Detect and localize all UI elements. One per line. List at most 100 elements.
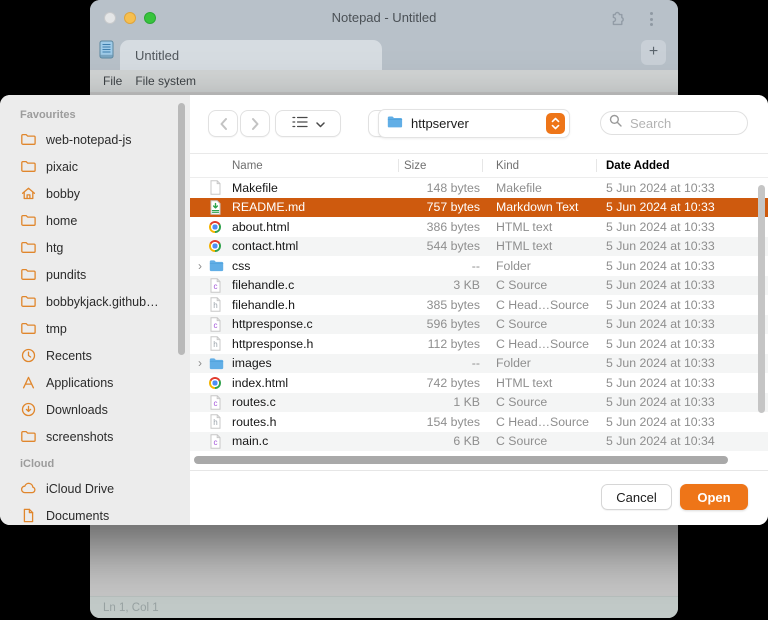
sidebar-item-label: screenshots (46, 430, 113, 444)
tab-strip: Untitled + (90, 36, 678, 70)
file-row-main-c[interactable]: cmain.c6 KBC Source5 Jun 2024 at 10:34 (190, 432, 768, 452)
file-row-css[interactable]: ›css--Folder5 Jun 2024 at 10:33 (190, 256, 768, 276)
folder-icon (20, 212, 37, 229)
sidebar-scrollbar[interactable] (178, 103, 185, 355)
sidebar-item-screenshots[interactable]: screenshots (0, 423, 190, 450)
disclosure-chevron-icon[interactable]: › (194, 260, 206, 272)
file-row-contact-html[interactable]: contact.html544 bytesHTML text5 Jun 2024… (190, 237, 768, 257)
sidebar-item-applications[interactable]: Applications (0, 369, 190, 396)
menubar: File File system (90, 70, 678, 92)
file-size: 757 bytes (398, 200, 482, 214)
horizontal-scrollbar[interactable] (194, 456, 728, 464)
vertical-scrollbar[interactable] (758, 185, 765, 413)
column-divider (596, 159, 597, 172)
menu-file[interactable]: File (103, 74, 122, 88)
kebab-menu-icon[interactable] (643, 10, 660, 27)
forward-button[interactable] (240, 110, 270, 137)
c-source-file-icon: c (206, 395, 232, 410)
search-icon (609, 114, 622, 132)
sidebar-item-recents[interactable]: Recents (0, 342, 190, 369)
svg-text:h: h (213, 301, 217, 310)
markdown-file-icon (206, 200, 232, 215)
file-date-added: 5 Jun 2024 at 10:33 (594, 259, 758, 273)
file-row-makefile[interactable]: Makefile148 bytesMakefile5 Jun 2024 at 1… (190, 178, 768, 198)
file-row-httpresponse-c[interactable]: chttpresponse.c596 bytesC Source5 Jun 20… (190, 315, 768, 335)
desktop: Notepad - Untitled Untitled + File File … (0, 0, 768, 620)
file-row-httpresponse-h[interactable]: hhttpresponse.h112 bytesC Head…Source5 J… (190, 334, 768, 354)
sidebar-item-label: Recents (46, 349, 92, 363)
extensions-icon[interactable] (609, 10, 626, 27)
sidebar-item-tmp[interactable]: tmp (0, 315, 190, 342)
open-file-dialog: Favouritesweb-notepad-jspixaicbobbyhomeh… (0, 95, 768, 525)
file-row-routes-c[interactable]: croutes.c1 KBC Source5 Jun 2024 at 10:33 (190, 393, 768, 413)
svg-text:c: c (214, 321, 218, 330)
column-header-size[interactable]: Size (398, 160, 482, 172)
sidebar-item-downloads[interactable]: Downloads (0, 396, 190, 423)
search-input[interactable] (628, 115, 739, 132)
file-date-added: 5 Jun 2024 at 10:33 (594, 200, 758, 214)
file-row-routes-h[interactable]: hroutes.h154 bytesC Head…Source5 Jun 202… (190, 412, 768, 432)
column-header-date-added[interactable]: Date Added (594, 160, 758, 172)
file-row-images[interactable]: ›images--Folder5 Jun 2024 at 10:33 (190, 354, 768, 374)
sidebar-item-icloud-drive[interactable]: iCloud Drive (0, 475, 190, 502)
tab-untitled[interactable]: Untitled (120, 40, 382, 70)
file-name: routes.h (232, 415, 398, 429)
sidebar-item-pundits[interactable]: pundits (0, 261, 190, 288)
file-name: Makefile (232, 181, 398, 195)
c-header-file-icon: h (206, 297, 232, 312)
search-field[interactable] (600, 111, 748, 135)
column-header-kind[interactable]: Kind (482, 160, 594, 172)
sidebar-item-htg[interactable]: htg (0, 234, 190, 261)
sidebar-item-web-notepad-js[interactable]: web-notepad-js (0, 126, 190, 153)
sidebar-item-bobbykjack-github[interactable]: bobbykjack.github… (0, 288, 190, 315)
back-button[interactable] (208, 110, 238, 137)
tab-label: Untitled (135, 48, 179, 63)
file-kind: Markdown Text (482, 200, 594, 214)
sidebar-item-bobby[interactable]: bobby (0, 180, 190, 207)
chevron-down-icon (316, 115, 325, 133)
file-size: 1 KB (398, 395, 482, 409)
c-source-file-icon: c (206, 434, 232, 449)
folder-icon (20, 131, 37, 148)
file-date-added: 5 Jun 2024 at 10:33 (594, 376, 758, 390)
file-date-added: 5 Jun 2024 at 10:33 (594, 239, 758, 253)
disclosure-chevron-icon[interactable]: › (194, 357, 206, 369)
file-size: -- (398, 259, 482, 273)
window-chrome: Notepad - Untitled Untitled + (90, 0, 678, 70)
file-size: 386 bytes (398, 220, 482, 234)
folder-icon (20, 266, 37, 283)
folder-icon (20, 158, 37, 175)
new-tab-button[interactable]: + (641, 40, 666, 65)
sidebar-item-label: bobbykjack.github… (46, 295, 159, 309)
sidebar-item-pixaic[interactable]: pixaic (0, 153, 190, 180)
sidebar-item-label: htg (46, 241, 63, 255)
file-size: 544 bytes (398, 239, 482, 253)
sidebar-item-label: home (46, 214, 77, 228)
file-kind: C Head…Source (482, 337, 594, 351)
sidebar-item-label: tmp (46, 322, 67, 336)
file-row-readme-md[interactable]: README.md757 bytesMarkdown Text5 Jun 202… (190, 198, 768, 218)
file-size: 112 bytes (398, 337, 482, 351)
menu-file-system[interactable]: File system (135, 74, 196, 88)
sidebar-item-documents[interactable]: Documents (0, 502, 190, 525)
column-header-name[interactable]: Name (194, 160, 398, 172)
table-header: Name Size Kind Date Added (190, 154, 768, 178)
file-row-filehandle-c[interactable]: cfilehandle.c3 KBC Source5 Jun 2024 at 1… (190, 276, 768, 296)
file-name: filehandle.h (232, 298, 398, 312)
applications-icon (20, 374, 37, 391)
file-kind: HTML text (482, 239, 594, 253)
file-row-index-html[interactable]: index.html742 bytesHTML text5 Jun 2024 a… (190, 373, 768, 393)
svg-text:h: h (213, 418, 217, 427)
list-view-dropdown[interactable] (275, 110, 341, 137)
file-row-about-html[interactable]: about.html386 bytesHTML text5 Jun 2024 a… (190, 217, 768, 237)
file-row-filehandle-h[interactable]: hfilehandle.h385 bytesC Head…Source5 Jun… (190, 295, 768, 315)
cancel-button[interactable]: Cancel (601, 484, 672, 510)
open-button[interactable]: Open (680, 484, 748, 510)
file-list: Makefile148 bytesMakefile5 Jun 2024 at 1… (190, 178, 768, 451)
sidebar-item-home[interactable]: home (0, 207, 190, 234)
c-header-file-icon: h (206, 414, 232, 429)
current-folder-dropdown[interactable]: httpserver (378, 109, 570, 138)
file-size: 154 bytes (398, 415, 482, 429)
folder-icon (20, 320, 37, 337)
home-icon (20, 185, 37, 202)
